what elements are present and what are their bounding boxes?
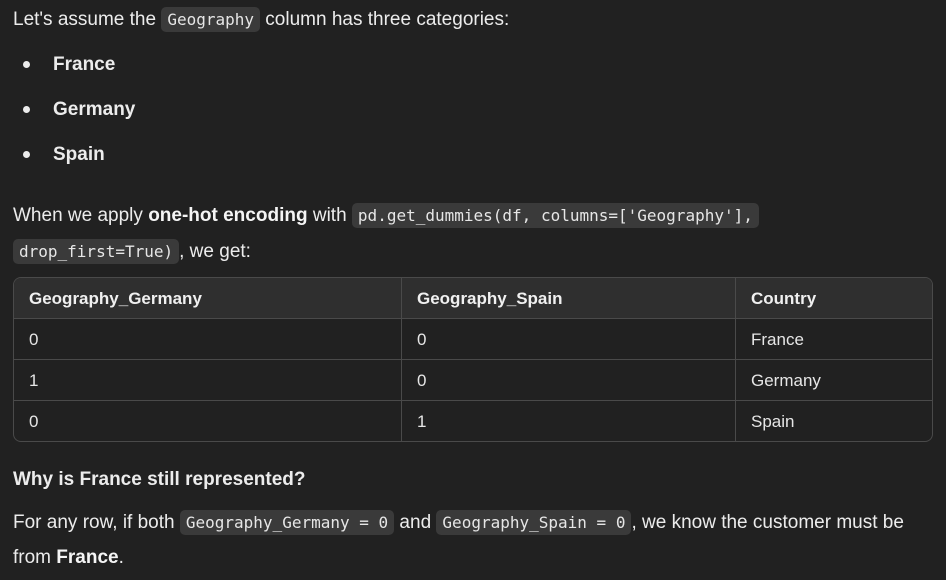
- answer-prefix: For any row, if both: [13, 512, 180, 533]
- intro-suffix: column has three categories:: [260, 9, 510, 30]
- bullet-icon: [23, 61, 30, 68]
- inline-code-get-dummies: pd.get_dummies(df, columns=['Geography']…: [351, 203, 759, 228]
- list-item-label: Spain: [53, 144, 105, 165]
- list-item: Germany: [13, 92, 938, 137]
- table-cell: 0: [14, 318, 402, 360]
- table-cell: 1: [401, 400, 736, 441]
- section-heading: Why is France still represented?: [13, 469, 306, 490]
- category-list: France Germany Spain: [13, 47, 938, 182]
- intro-prefix: Let's assume the: [13, 9, 162, 30]
- inline-code-germany: Geography_Germany = 0: [179, 510, 395, 535]
- table-cell: Spain: [751, 411, 795, 431]
- table-header-cell: Country: [735, 278, 932, 319]
- answer-end: .: [118, 547, 124, 568]
- inline-code-geography: Geography: [161, 7, 261, 32]
- table-header-cell: Geography_Germany: [14, 278, 402, 319]
- table-header-cell: Geography_Spain: [401, 278, 736, 319]
- result-table: Geography_Germany Geography_Spain Countr…: [13, 277, 933, 442]
- list-item-label: France: [53, 54, 116, 75]
- list-item: France: [13, 47, 938, 92]
- bullet-icon: [23, 151, 30, 158]
- table-cell: 0: [401, 359, 736, 401]
- list-item: Spain: [13, 137, 938, 182]
- table-row: 0 1 Spain: [14, 400, 932, 441]
- table-cell: 0: [401, 318, 736, 360]
- inline-code-drop-first: drop_first=True): [13, 239, 180, 264]
- table-cell: Germany: [735, 359, 932, 401]
- answer-paragraph: For any row, if both Geography_Germany =…: [13, 505, 938, 575]
- apply-suffix: , we get:: [179, 241, 251, 262]
- table-cell: 1: [14, 359, 402, 401]
- answer-bold: France: [56, 547, 119, 568]
- message-content: Let's assume the Geography column has th…: [13, 2, 938, 575]
- apply-middle: with: [307, 205, 352, 226]
- table-cell: 0: [14, 400, 402, 441]
- apply-bold: one-hot encoding: [148, 205, 308, 226]
- answer-middle: and: [394, 512, 437, 533]
- table-header-row: Geography_Germany Geography_Spain Countr…: [14, 278, 932, 319]
- intro-paragraph: Let's assume the Geography column has th…: [13, 2, 938, 37]
- table-row: 1 0 Germany: [14, 359, 932, 401]
- list-item-label: Germany: [53, 99, 136, 120]
- apply-paragraph: When we apply one-hot encoding with pd.g…: [13, 198, 938, 270]
- inline-code-spain: Geography_Spain = 0: [436, 510, 632, 535]
- table-row: 0 0 France: [14, 318, 932, 360]
- apply-prefix: When we apply: [13, 205, 149, 226]
- bullet-icon: [23, 106, 30, 113]
- table-cell: France: [735, 318, 932, 360]
